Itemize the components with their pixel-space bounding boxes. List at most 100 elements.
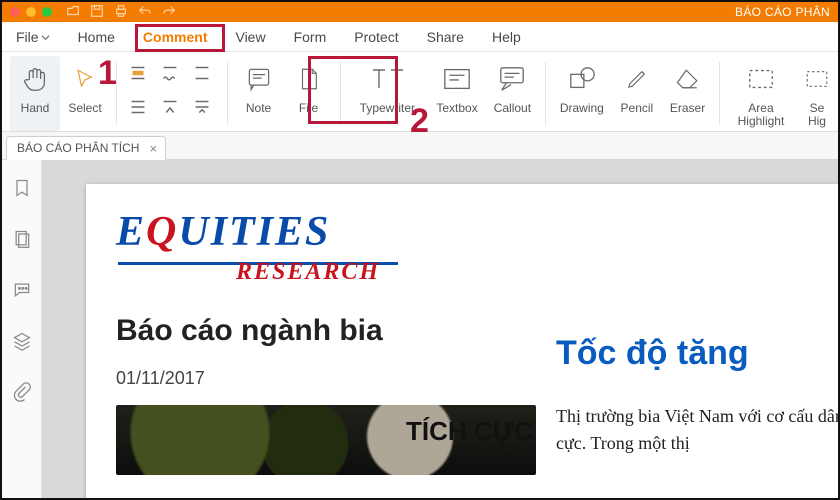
- menu-file[interactable]: File: [8, 22, 64, 51]
- pencil-label: Pencil: [621, 102, 654, 115]
- search-highlight-label: Se Hig: [808, 102, 826, 128]
- ribbon-toolbar: Hand Select Note File T: [2, 52, 838, 132]
- logo-text-pre: E: [116, 209, 146, 255]
- underline-icon[interactable]: [191, 62, 217, 92]
- menu-share-label: Share: [427, 29, 464, 45]
- callout-label: Callout: [494, 102, 531, 115]
- highlight-icon[interactable]: [127, 62, 153, 92]
- caret-icon[interactable]: [159, 96, 185, 126]
- minimize-window-button[interactable]: [26, 7, 36, 17]
- attachment-icon[interactable]: [12, 382, 32, 407]
- menu-form[interactable]: Form: [280, 22, 341, 51]
- save-icon[interactable]: [90, 4, 104, 21]
- eraser-icon: [674, 66, 702, 95]
- separator: [340, 62, 341, 125]
- drawing-label: Drawing: [560, 102, 604, 115]
- drawing-button[interactable]: Drawing: [552, 56, 612, 131]
- note-button[interactable]: Note: [234, 56, 284, 131]
- area-highlight-icon: [746, 66, 776, 95]
- menu-file-label: File: [16, 29, 39, 45]
- comments-icon[interactable]: [12, 280, 32, 305]
- right-column-title: Tốc độ tăng: [556, 334, 838, 373]
- menu-view[interactable]: View: [221, 22, 279, 51]
- document-viewport[interactable]: EQUITIES RESEARCH Báo cáo ngành bia 01/1…: [42, 160, 838, 498]
- replace-icon[interactable]: [191, 96, 217, 126]
- close-tab-button[interactable]: ×: [149, 141, 157, 156]
- document-tab[interactable]: BÁO CÁO PHÂN TÍCH ×: [6, 136, 166, 160]
- search-highlight-button[interactable]: Se Hig: [796, 56, 830, 131]
- menu-share[interactable]: Share: [413, 22, 478, 51]
- eraser-button[interactable]: Eraser: [662, 56, 713, 131]
- area-highlight-label: Area Highlight: [738, 102, 785, 128]
- print-icon[interactable]: [114, 4, 128, 21]
- document-rating: TÍCH CỰC: [406, 416, 533, 447]
- side-panel: [2, 160, 42, 498]
- right-column-body: Thị trường bia Việt Nam với cơ cấu dân s…: [556, 403, 838, 457]
- file-label: File: [299, 102, 318, 115]
- window-controls: [10, 7, 52, 17]
- quick-access-toolbar: [66, 4, 176, 21]
- pages-icon[interactable]: [12, 229, 32, 254]
- fullscreen-window-button[interactable]: [42, 7, 52, 17]
- menu-form-label: Form: [294, 29, 327, 45]
- cursor-icon: [71, 65, 99, 96]
- title-bar: BÁO CÁO PHÂN: [2, 2, 838, 22]
- area-highlight-button[interactable]: Area Highlight: [726, 56, 796, 131]
- document-page: EQUITIES RESEARCH Báo cáo ngành bia 01/1…: [86, 184, 838, 498]
- menu-comment[interactable]: Comment: [129, 22, 222, 51]
- separator: [545, 62, 546, 125]
- pencil-button[interactable]: Pencil: [612, 56, 662, 131]
- file-icon: [296, 65, 322, 96]
- separator: [227, 62, 228, 125]
- document-tab-label: BÁO CÁO PHÂN TÍCH: [17, 141, 139, 155]
- menu-help-label: Help: [492, 29, 521, 45]
- pencil-icon: [624, 65, 650, 96]
- menu-home-label: Home: [78, 29, 115, 45]
- select-tool-label: Select: [68, 102, 101, 115]
- menu-protect[interactable]: Protect: [340, 22, 412, 51]
- textbox-button[interactable]: Textbox: [428, 56, 485, 131]
- chevron-down-icon: [41, 29, 50, 45]
- shapes-icon: [567, 65, 597, 96]
- typewriter-label: Typewriter: [360, 102, 415, 115]
- separator: [719, 62, 720, 125]
- hand-tool-button[interactable]: Hand: [10, 56, 60, 131]
- typewriter-button[interactable]: Typewriter: [346, 56, 428, 131]
- menu-bar: File Home Comment View Form Protect Shar…: [2, 22, 838, 52]
- typewriter-icon: [367, 64, 407, 97]
- menu-home[interactable]: Home: [64, 22, 129, 51]
- file-attach-button[interactable]: File: [284, 56, 334, 131]
- note-label: Note: [246, 102, 271, 115]
- undo-icon[interactable]: [138, 4, 152, 21]
- document-right-column: Tốc độ tăng Thị trường bia Việt Nam với …: [556, 334, 838, 457]
- redo-icon[interactable]: [162, 4, 176, 21]
- document-tabstrip: BÁO CÁO PHÂN TÍCH ×: [2, 132, 838, 160]
- menu-view-label: View: [235, 29, 265, 45]
- separator: [116, 62, 117, 125]
- menu-help[interactable]: Help: [478, 22, 535, 51]
- workspace: EQUITIES RESEARCH Báo cáo ngành bia 01/1…: [2, 160, 838, 498]
- callout-button[interactable]: Callout: [486, 56, 539, 131]
- squiggly-icon[interactable]: [159, 62, 185, 92]
- logo-text-q: Q: [146, 209, 178, 255]
- logo: EQUITIES RESEARCH: [116, 208, 838, 286]
- search-highlight-icon: [804, 66, 830, 95]
- open-icon[interactable]: [66, 4, 80, 21]
- eraser-label: Eraser: [670, 102, 705, 115]
- strikeout-icon[interactable]: [127, 96, 153, 126]
- hand-tool-label: Hand: [21, 102, 50, 115]
- textbox-label: Textbox: [436, 102, 477, 115]
- menu-protect-label: Protect: [354, 29, 398, 45]
- callout-icon: [497, 65, 527, 96]
- textbox-icon: [442, 66, 472, 95]
- layers-icon[interactable]: [12, 331, 32, 356]
- bookmark-icon[interactable]: [12, 178, 32, 203]
- logo-text-post: UITIES: [178, 209, 330, 255]
- menu-comment-label: Comment: [143, 29, 208, 45]
- logo-subtext: RESEARCH: [236, 259, 838, 286]
- hand-icon: [20, 64, 50, 97]
- select-tool-button[interactable]: Select: [60, 56, 110, 131]
- close-window-button[interactable]: [10, 7, 20, 17]
- note-icon: [245, 65, 273, 96]
- window-title: BÁO CÁO PHÂN: [735, 2, 830, 22]
